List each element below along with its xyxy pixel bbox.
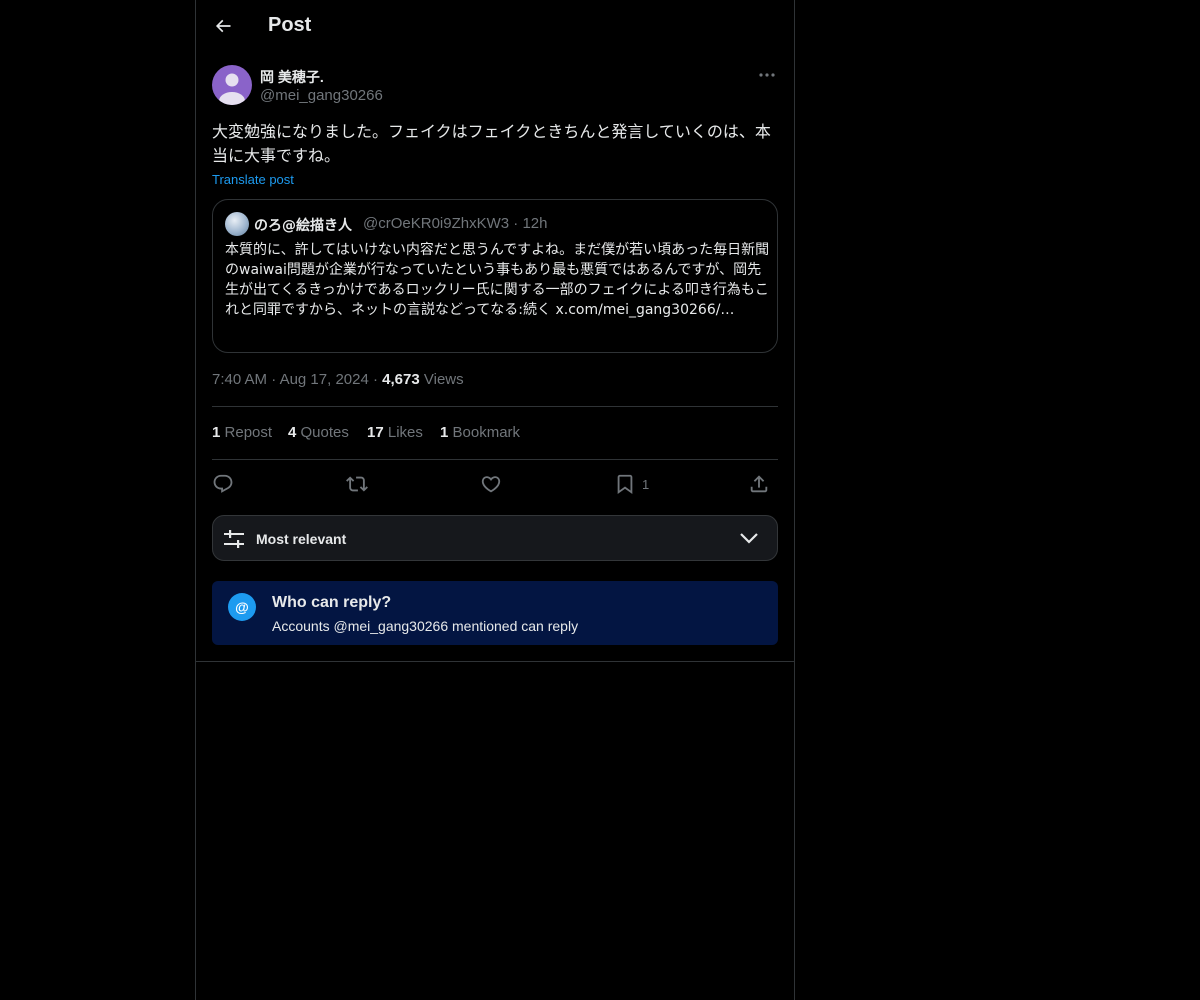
bookmarks-label: Bookmark <box>452 424 521 441</box>
more-icon <box>759 73 775 77</box>
separator-dot: · <box>372 371 383 388</box>
at-sign-icon: @ <box>228 593 256 621</box>
divider <box>196 661 794 662</box>
bookmark-icon <box>617 474 633 495</box>
bookmark-button[interactable]: 1 <box>614 470 649 498</box>
post-stats: 1 Repost 4 Quotes 17 Likes 1 Bookmark <box>212 424 778 446</box>
share-button[interactable] <box>748 470 770 498</box>
views-count: 4,673 <box>382 371 420 388</box>
sort-label: Most relevant <box>256 531 347 547</box>
who-can-reply-notice: @ Who can reply? Accounts @mei_gang30266… <box>212 581 778 645</box>
divider <box>212 459 778 460</box>
author-handle[interactable]: @mei_gang30266 <box>260 87 383 104</box>
separator-dot: · <box>271 371 280 388</box>
repost-button[interactable] <box>346 470 368 498</box>
post-date[interactable]: Aug 17, 2024 <box>280 371 369 388</box>
likes-count: 17 <box>367 424 384 441</box>
who-can-reply-subtitle: Accounts @mei_gang30266 mentioned can re… <box>272 618 579 634</box>
reposts-label: Repost <box>224 424 273 441</box>
post-time[interactable]: 7:40 AM <box>212 371 267 388</box>
reply-icon <box>213 474 233 493</box>
quote-author-name: のろ@絵描き人 <box>254 218 352 234</box>
sliders-icon <box>224 530 244 548</box>
share-icon <box>750 475 768 493</box>
quote-author-handle: @crOeKR0i9ZhxKW3 <box>363 215 510 232</box>
post-author: 岡 美穂子. @mei_gang30266 <box>212 64 778 108</box>
reposts-count: 1 <box>212 424 221 441</box>
avatar[interactable] <box>212 65 252 105</box>
views-label: Views <box>423 371 464 388</box>
like-icon <box>481 476 501 493</box>
bookmarks-stat[interactable]: 1 Bookmark <box>440 424 520 441</box>
quotes-stat[interactable]: 4 Quotes <box>288 424 349 441</box>
author-name[interactable]: 岡 美穂子. <box>260 67 324 87</box>
more-options-button[interactable] <box>756 66 778 84</box>
post-actions: 1 <box>212 470 778 498</box>
quoted-post[interactable]: のろ@絵描き人 @crOeKR0i9ZhxKW3 · 12h 本質的に、許しては… <box>212 199 778 353</box>
arrow-left-icon <box>215 19 231 33</box>
quote-text: 本質的に、許してはいけない内容だと思うんですよね。まだ僕が若い頃あった毎日新聞の… <box>225 242 770 318</box>
bookmark-count: 1 <box>642 476 650 492</box>
post-text: 大変勉強になりました。フェイクはフェイクときちんと発言していくのは、本当に大事で… <box>212 122 771 165</box>
quotes-count: 4 <box>288 424 297 441</box>
reply-button[interactable] <box>212 470 234 498</box>
bookmarks-count: 1 <box>440 424 449 441</box>
quote-meta: @crOeKR0i9ZhxKW3 · 12h <box>363 215 547 232</box>
who-can-reply-title: Who can reply? <box>272 594 392 611</box>
default-avatar-icon <box>219 73 245 105</box>
like-button[interactable] <box>480 470 502 498</box>
reply-sort-dropdown[interactable]: Most relevant <box>212 515 778 561</box>
page-title: Post <box>268 14 312 36</box>
post-timestamp: 7:40 AM · Aug 17, 2024 · 4,673 Views <box>212 371 464 388</box>
header: Post <box>196 0 794 53</box>
quote-age: 12h <box>522 215 548 232</box>
reposts-stat[interactable]: 1 Repost <box>212 424 272 441</box>
translate-post-link[interactable]: Translate post <box>212 172 294 187</box>
back-button[interactable] <box>206 9 240 43</box>
likes-label: Likes <box>387 424 423 441</box>
divider <box>212 406 778 407</box>
repost-icon <box>346 476 368 492</box>
quote-avatar <box>225 212 249 236</box>
likes-stat[interactable]: 17 Likes <box>367 424 423 441</box>
quotes-label: Quotes <box>300 424 349 441</box>
post-detail-column: Post 岡 美穂子. @mei_gang30266 大変勉強になりました。フェ… <box>195 0 795 1000</box>
chevron-down-icon <box>740 533 758 544</box>
